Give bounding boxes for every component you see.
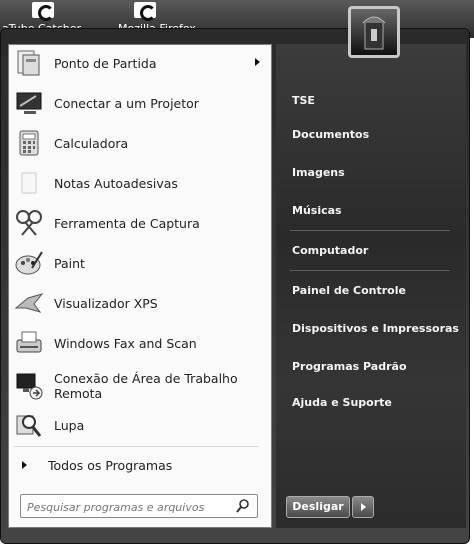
program-label: Ponto de Partida	[54, 55, 157, 71]
scissors-icon	[14, 208, 44, 238]
getting-started-icon	[14, 48, 44, 78]
firefox-icon[interactable]	[134, 2, 156, 21]
separator	[14, 446, 258, 447]
program-label: Ferramenta de Captura	[54, 215, 200, 231]
program-ferramenta-captura[interactable]: Ferramenta de Captura	[14, 206, 266, 240]
program-conexao-area-trabalho-remota[interactable]: Conexão de Área de Trabalho Remota	[14, 366, 266, 406]
fax-scanner-icon	[14, 328, 44, 358]
program-label-wrap: Conexão de Área de Trabalho Remota	[54, 371, 238, 401]
search-icon[interactable]	[235, 498, 251, 518]
program-label: Conexão de Área de Trabalho	[54, 371, 238, 386]
separator	[290, 270, 450, 271]
all-programs-button[interactable]: Todos os Programas	[14, 448, 266, 482]
place-tse[interactable]: TSE	[292, 94, 315, 107]
program-notas-autoadesivas[interactable]: Notas Autoadesivas	[14, 166, 266, 200]
search-input[interactable]	[25, 497, 229, 517]
magnifier-icon	[14, 410, 44, 440]
all-programs-label: Todos os Programas	[48, 457, 173, 473]
calculator-icon	[14, 128, 44, 158]
atube-catcher-icon[interactable]	[32, 2, 54, 21]
remote-desktop-icon	[14, 371, 44, 401]
place-dispositivos-impressoras[interactable]: Dispositivos e Impressoras	[292, 322, 459, 335]
user-picture[interactable]	[348, 6, 400, 58]
sticky-notes-icon	[14, 168, 44, 198]
program-paint[interactable]: Paint	[14, 246, 266, 280]
program-label: Conectar a um Projetor	[54, 95, 199, 111]
search-box[interactable]	[20, 494, 258, 518]
chevron-right-icon	[361, 503, 366, 511]
program-label: Paint	[54, 255, 85, 271]
program-ponto-de-partida[interactable]: Ponto de Partida	[14, 46, 266, 80]
program-windows-fax-scan[interactable]: Windows Fax and Scan	[14, 326, 266, 360]
place-documentos[interactable]: Documentos	[292, 128, 369, 141]
place-imagens[interactable]: Imagens	[292, 166, 345, 179]
place-painel-de-controle[interactable]: Painel de Controle	[292, 284, 406, 297]
program-calculadora[interactable]: Calculadora	[14, 126, 266, 160]
shutdown-options-button[interactable]	[352, 496, 374, 518]
submenu-arrow-icon	[255, 58, 260, 66]
program-lupa[interactable]: Lupa	[14, 408, 266, 442]
program-visualizador-xps[interactable]: Visualizador XPS	[14, 286, 266, 320]
projector-icon	[14, 88, 44, 118]
all-programs-arrow-icon	[14, 450, 34, 480]
separator	[290, 230, 450, 231]
program-label: Calculadora	[54, 135, 129, 151]
xps-viewer-icon	[14, 288, 44, 318]
paint-palette-icon	[14, 248, 44, 278]
program-label: Lupa	[54, 417, 85, 433]
place-ajuda-suporte[interactable]: Ajuda e Suporte	[292, 396, 392, 409]
shutdown-button[interactable]: Desligar	[286, 496, 350, 518]
program-label: Windows Fax and Scan	[54, 335, 197, 351]
place-musicas[interactable]: Músicas	[292, 204, 342, 217]
place-programas-padrao[interactable]: Programas Padrão	[292, 360, 407, 373]
program-label: Notas Autoadesivas	[54, 175, 178, 191]
program-label-continued: Remota	[54, 386, 103, 401]
place-computador[interactable]: Computador	[292, 244, 368, 257]
program-label: Visualizador XPS	[54, 295, 158, 311]
program-conectar-projetor[interactable]: Conectar a um Projetor	[14, 86, 266, 120]
